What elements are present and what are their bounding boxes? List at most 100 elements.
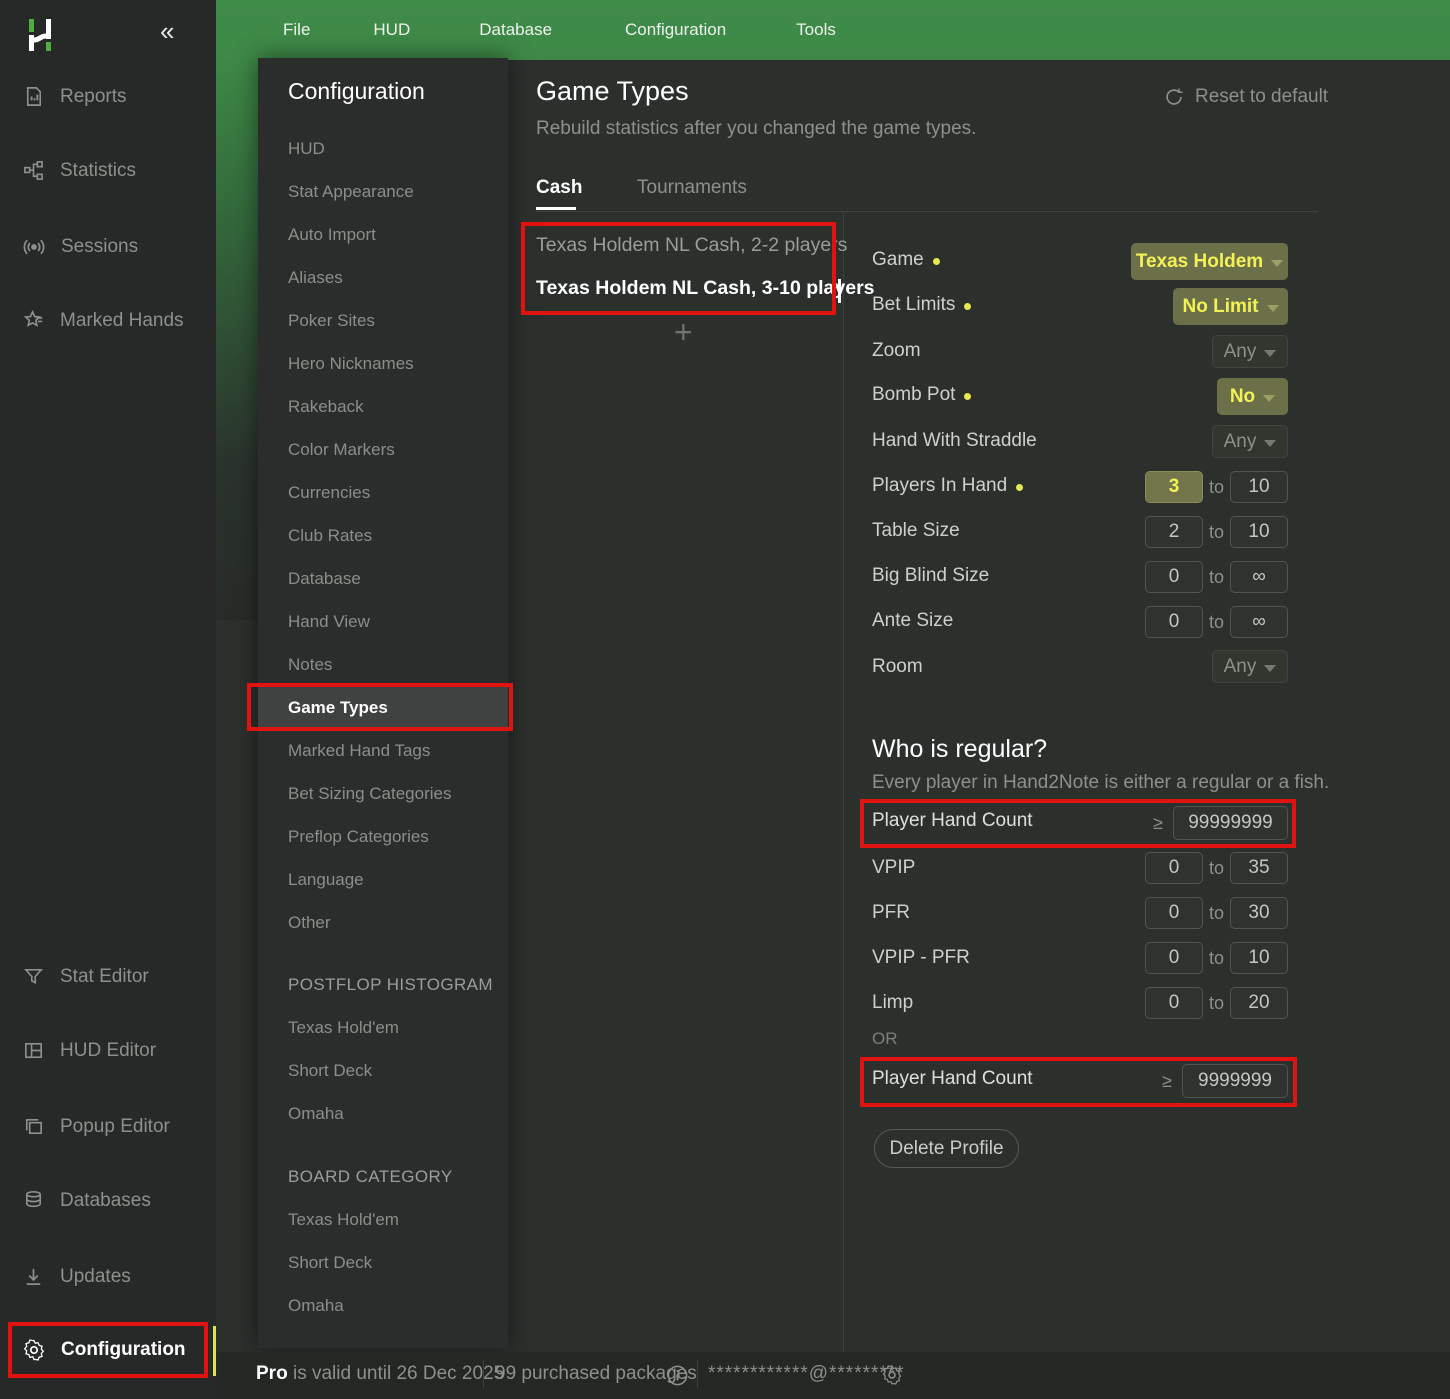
menu-tools[interactable]: Tools: [786, 12, 846, 48]
players-to-input[interactable]: [1230, 471, 1288, 503]
ante-to-input[interactable]: [1230, 606, 1288, 638]
config-nav-item-notes[interactable]: Notes: [288, 643, 332, 686]
reset-to-default-button[interactable]: Reset to default: [1163, 86, 1328, 108]
sidebar-item-hud-editor[interactable]: HUD Editor: [22, 1039, 156, 1062]
room-label: Room: [872, 656, 923, 678]
download-icon: [22, 1265, 45, 1288]
game-label-text: Game: [872, 249, 924, 271]
pfr-label-text: PFR: [872, 902, 910, 924]
add-game-type-button[interactable]: +: [674, 314, 693, 351]
room-dropdown[interactable]: Any: [1212, 650, 1288, 683]
config-nav-item-hero-nicknames[interactable]: Hero Nicknames: [288, 342, 414, 385]
sidebar-item-databases[interactable]: Databases: [22, 1189, 151, 1212]
bomb-pot-dropdown[interactable]: No: [1217, 378, 1288, 415]
config-nav-section-postflop-histogram: POSTFLOP HISTOGRAM: [288, 963, 493, 1006]
config-nav-item-auto-import[interactable]: Auto Import: [288, 213, 376, 256]
gear-icon: [22, 1338, 46, 1362]
license-valid-text: is valid until 26 Dec 2025: [293, 1363, 504, 1384]
ante-from-input[interactable]: [1145, 606, 1203, 638]
big-blind-from-input[interactable]: [1145, 561, 1203, 593]
game-type-item-2-2[interactable]: Texas Holdem NL Cash, 2-2 players: [536, 234, 847, 257]
config-nav-item-bet-sizing-categories[interactable]: Bet Sizing Categories: [288, 772, 451, 815]
page-subtitle: Rebuild statistics after you changed the…: [536, 118, 976, 140]
info-icon[interactable]: [666, 1364, 689, 1387]
bet-limits-dropdown[interactable]: No Limit: [1173, 288, 1288, 325]
menu-configuration[interactable]: Configuration: [615, 12, 736, 48]
config-nav-item-color-markers[interactable]: Color Markers: [288, 428, 395, 471]
sidebar-item-label: Marked Hands: [60, 310, 184, 332]
required-dot: [933, 258, 940, 265]
sidebar-item-statistics[interactable]: Statistics: [22, 159, 136, 182]
config-nav-item-language[interactable]: Language: [288, 858, 364, 901]
limp-to-input[interactable]: [1230, 987, 1288, 1019]
config-nav-item-marked-hand-tags[interactable]: Marked Hand Tags: [288, 729, 430, 772]
config-nav-item-hand-view[interactable]: Hand View: [288, 600, 370, 643]
table-size-from-input[interactable]: [1145, 516, 1203, 548]
game-dropdown[interactable]: Texas Holdem: [1131, 243, 1288, 280]
straddle-dropdown[interactable]: Any: [1212, 425, 1288, 458]
player-hand-count-label-text: Player Hand Count: [872, 810, 1033, 832]
bomb-pot-dropdown-value: No: [1230, 386, 1255, 408]
room-label-text: Room: [872, 656, 923, 678]
sidebar-item-configuration[interactable]: Configuration: [22, 1338, 186, 1362]
zoom-dropdown[interactable]: Any: [1212, 335, 1288, 368]
menu-file[interactable]: File: [273, 12, 320, 48]
app-window: File HUD Database Configuration Tools « …: [0, 0, 1450, 1399]
tab-active-underline: [536, 207, 576, 210]
config-nav-item-club-rates[interactable]: Club Rates: [288, 514, 372, 557]
table-size-to-input[interactable]: [1230, 516, 1288, 548]
big-blind-to-input[interactable]: [1230, 561, 1288, 593]
sidebar-item-sessions[interactable]: Sessions: [22, 235, 138, 259]
sidebar-collapse-button[interactable]: «: [160, 16, 174, 47]
vpip-pfr-to-input[interactable]: [1230, 942, 1288, 974]
tab-tournaments[interactable]: Tournaments: [637, 177, 747, 199]
marked-star-icon: [22, 309, 45, 332]
account-settings-gear-icon[interactable]: [880, 1363, 904, 1387]
vpip-from-input[interactable]: [1145, 852, 1203, 884]
players-from-input[interactable]: [1145, 471, 1203, 503]
bet-limits-label: Bet Limits: [872, 294, 971, 316]
config-nav-item-game-types[interactable]: Game Types: [288, 686, 388, 729]
menu-hud[interactable]: HUD: [363, 12, 420, 48]
bomb-pot-label: Bomb Pot: [872, 384, 971, 406]
sidebar-item-marked-hands[interactable]: Marked Hands: [22, 309, 184, 332]
tab-cash[interactable]: Cash: [536, 177, 582, 199]
vpip-to-input[interactable]: [1230, 852, 1288, 884]
page-title: Game Types: [536, 76, 689, 107]
bet-limits-dropdown-value: No Limit: [1183, 296, 1259, 318]
config-nav-item-database[interactable]: Database: [288, 557, 361, 600]
config-nav-item-ph-omaha[interactable]: Omaha: [288, 1092, 344, 1135]
config-nav-item-stat-appearance[interactable]: Stat Appearance: [288, 170, 414, 213]
config-nav-item-other[interactable]: Other: [288, 901, 331, 944]
config-nav-item-currencies[interactable]: Currencies: [288, 471, 370, 514]
config-nav-item-bc-texas-holdem[interactable]: Texas Hold'em: [288, 1198, 399, 1241]
sidebar-item-popup-editor[interactable]: Popup Editor: [22, 1115, 170, 1138]
sidebar-item-label: Statistics: [60, 160, 136, 182]
config-nav-item-preflop-categories[interactable]: Preflop Categories: [288, 815, 429, 858]
sidebar-item-label: Databases: [60, 1190, 151, 1212]
pfr-to-input[interactable]: [1230, 897, 1288, 929]
delete-profile-button[interactable]: Delete Profile: [874, 1129, 1019, 1168]
zoom-label: Zoom: [872, 340, 921, 362]
config-nav-item-hud[interactable]: HUD: [288, 127, 325, 170]
config-nav-item-bc-omaha[interactable]: Omaha: [288, 1284, 344, 1327]
config-nav-item-aliases[interactable]: Aliases: [288, 256, 343, 299]
config-nav-item-ph-texas-holdem[interactable]: Texas Hold'em: [288, 1006, 399, 1049]
sidebar-item-reports[interactable]: Reports: [22, 85, 127, 108]
config-nav-item-poker-sites[interactable]: Poker Sites: [288, 299, 375, 342]
config-nav-item-bc-short-deck[interactable]: Short Deck: [288, 1241, 372, 1284]
config-nav-item-ph-short-deck[interactable]: Short Deck: [288, 1049, 372, 1092]
sidebar-item-stat-editor[interactable]: Stat Editor: [22, 965, 149, 988]
vpip-pfr-from-input[interactable]: [1145, 942, 1203, 974]
player-hand-count2-input[interactable]: [1182, 1064, 1288, 1098]
pfr-from-input[interactable]: [1145, 897, 1203, 929]
config-nav-item-rakeback[interactable]: Rakeback: [288, 385, 364, 428]
limp-from-input[interactable]: [1145, 987, 1203, 1019]
menu-database[interactable]: Database: [469, 12, 562, 48]
vpip-pfr-label-text: VPIP - PFR: [872, 947, 970, 969]
room-dropdown-value: Any: [1224, 656, 1257, 678]
game-type-item-3-10[interactable]: Texas Holdem NL Cash, 3-10 players: [536, 277, 875, 300]
vpip-pfr-label: VPIP - PFR: [872, 947, 970, 969]
player-hand-count-input[interactable]: [1173, 806, 1288, 840]
sidebar-item-updates[interactable]: Updates: [22, 1265, 131, 1288]
